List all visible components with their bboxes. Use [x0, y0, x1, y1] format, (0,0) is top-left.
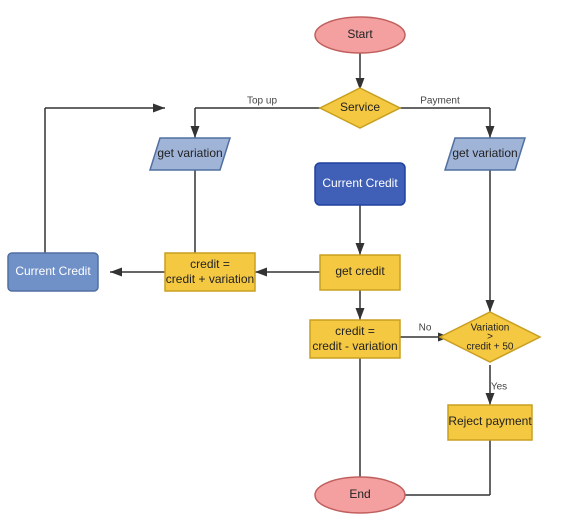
- label-topup: Top up: [247, 96, 277, 107]
- service-label: Service: [340, 100, 380, 114]
- start-label: Start: [347, 27, 373, 41]
- reject-payment-label: Reject payment: [448, 414, 532, 428]
- get-credit-label: get credit: [335, 264, 385, 278]
- credit-add-variation-label1: credit =: [190, 257, 230, 271]
- get-variation-left-label: get variation: [157, 146, 222, 160]
- credit-add-variation-label2: credit + variation: [166, 272, 254, 286]
- label-yes: Yes: [491, 382, 507, 393]
- credit-sub-variation-label1: credit =: [335, 324, 375, 338]
- current-credit-middle-label: Current Credit: [322, 176, 398, 190]
- end-label: End: [349, 487, 370, 501]
- get-variation-right-label: get variation: [452, 146, 517, 160]
- label-payment: Payment: [420, 96, 460, 107]
- current-credit-left-label: Current Credit: [15, 264, 91, 278]
- variation-check-label3: credit + 50: [467, 342, 514, 353]
- label-no: No: [419, 323, 432, 334]
- credit-sub-variation-label2: credit - variation: [312, 339, 397, 353]
